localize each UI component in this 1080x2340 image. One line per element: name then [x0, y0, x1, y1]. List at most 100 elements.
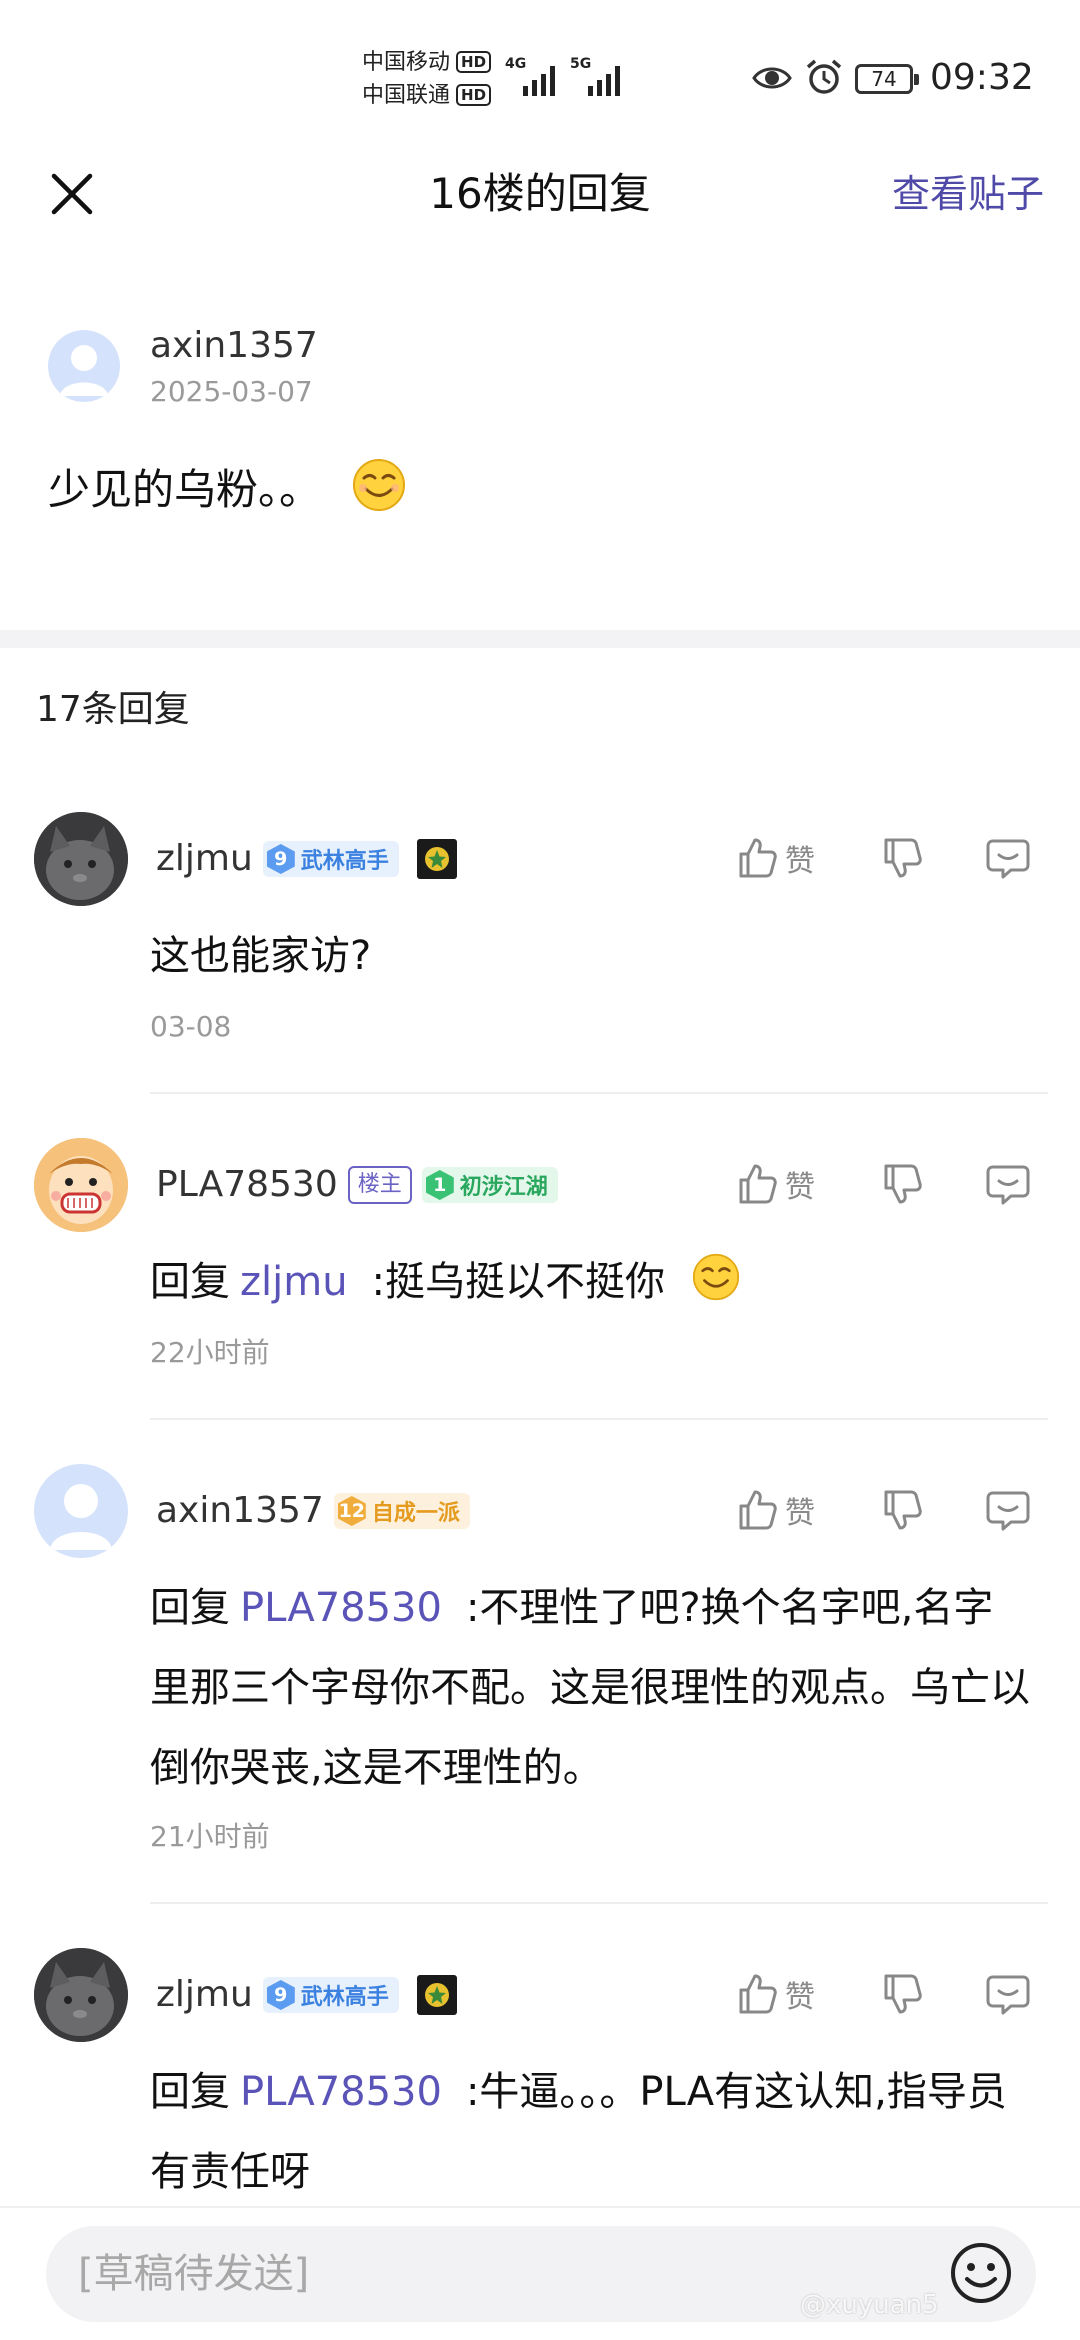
comment-actions: 赞	[735, 828, 1055, 888]
reply-prefix: 回复	[150, 2069, 230, 2115]
thumbs-down-icon	[884, 838, 922, 878]
comment-author[interactable]: PLA78530	[156, 1160, 338, 1210]
thumbs-down-icon	[884, 1974, 922, 2014]
dislike-button[interactable]	[880, 1480, 924, 1540]
cat-avatar-icon	[34, 812, 128, 906]
mention-link[interactable]: PLA78530	[240, 1585, 442, 1631]
comment-author[interactable]: zljmu	[156, 834, 253, 884]
main-post: axin1357 2025-03-07 少见的乌粉。。	[0, 238, 1080, 630]
level-number: 9	[266, 1980, 295, 2010]
comment-icon	[986, 1165, 1030, 1205]
cat-avatar-icon	[34, 1948, 128, 2042]
avatar[interactable]	[34, 1948, 128, 2042]
thumbs-up-icon	[739, 838, 777, 878]
comment-icon	[986, 1975, 1030, 2015]
comment-header: zljmu 9 武林高手	[156, 834, 457, 884]
level-rank: 初涉江湖	[459, 1175, 548, 1200]
comment-icon	[986, 839, 1030, 879]
mention-link[interactable]: PLA78530	[240, 2069, 442, 2115]
divider	[150, 1092, 1048, 1094]
close-icon	[51, 173, 93, 215]
default-avatar-icon	[60, 345, 108, 396]
comment-actions: 赞	[735, 1154, 1055, 1214]
mention-link[interactable]: zljmu	[240, 1259, 348, 1305]
level-number: 9	[266, 844, 295, 874]
thread-owner-tag: 楼主	[347, 1166, 412, 1204]
post-author[interactable]: axin1357	[150, 324, 318, 368]
alarm-icon	[806, 59, 842, 94]
reply-prefix: 回复	[150, 1259, 230, 1305]
carrier-1: 中国移动	[362, 50, 451, 75]
emoji-button-icon[interactable]	[948, 2240, 1014, 2306]
carrier-2: 中国联通	[362, 83, 451, 108]
comment-header: PLA78530 楼主 1 初涉江湖	[156, 1160, 558, 1210]
comment-text: 回复 zljmu :挺乌挺以不挺你	[150, 1242, 1030, 1322]
comment-time: 21小时前	[150, 1820, 270, 1853]
comment-text: 这也能家访?	[150, 933, 372, 979]
medal-icon	[416, 1975, 457, 2015]
thumbs-up-icon	[739, 1490, 777, 1530]
comment-author[interactable]: zljmu	[156, 1970, 253, 2020]
like-button[interactable]: 赞	[735, 1480, 815, 1540]
comment-actions: 赞	[735, 1964, 1055, 2024]
dislike-button[interactable]	[880, 1154, 924, 1214]
thumbs-down-icon	[884, 1164, 922, 1204]
smile-emoji-icon	[692, 1253, 739, 1301]
post-content: 少见的乌粉。。	[48, 458, 406, 520]
hd-badge-1: HD	[456, 51, 492, 73]
avatar[interactable]	[34, 812, 128, 906]
comment-header: zljmu 9 武林高手	[156, 1970, 457, 2020]
like-label: 赞	[785, 1980, 815, 2015]
battery-indicator: 74	[855, 64, 919, 94]
eye-icon	[752, 67, 792, 89]
like-button[interactable]: 赞	[735, 1154, 815, 1214]
divider	[150, 1902, 1048, 1904]
reply-button[interactable]	[985, 828, 1031, 888]
level-number: 1	[425, 1170, 454, 1200]
comment-content: :挺乌挺以不挺你	[371, 1259, 666, 1305]
comment-icon	[986, 1491, 1030, 1531]
dislike-button[interactable]	[880, 828, 924, 888]
comment-text: 回复 PLA78530:不理性了吧?换个名字吧,名字里那三个字母你不配。这是很理性…	[150, 1568, 1030, 1808]
comment-author[interactable]: axin1357	[156, 1486, 324, 1536]
reply-prefix: 回复	[150, 1585, 230, 1631]
like-label: 赞	[785, 844, 815, 879]
status-bar: 中国移动 HD 中国联通 HD 4G 5G 74 09:32	[0, 0, 1080, 150]
level-badge: 12 自成一派	[333, 1493, 470, 1529]
level-badge: 1 初涉江湖	[421, 1167, 558, 1203]
comment-text: 回复 PLA78530:牛逼。。。PLA有这认知,指导员有责任呀	[150, 2052, 1030, 2212]
thumbs-up-icon	[739, 1164, 777, 1204]
avatar[interactable]	[34, 1464, 128, 1558]
carrier-info: 中国移动 HD 中国联通 HD	[362, 46, 492, 112]
reply-button[interactable]	[985, 1964, 1031, 2024]
section-divider	[0, 630, 1080, 648]
like-button[interactable]: 赞	[735, 828, 815, 888]
hd-badge-2: HD	[456, 84, 492, 106]
cartoon-avatar-icon	[34, 1138, 128, 1232]
like-label: 赞	[785, 1170, 815, 1205]
like-label: 赞	[785, 1496, 815, 1531]
reply-button[interactable]	[985, 1480, 1031, 1540]
level-rank: 自成一派	[371, 1501, 460, 1526]
view-post-link[interactable]: 查看贴子	[892, 166, 1044, 222]
avatar[interactable]	[34, 1138, 128, 1232]
dislike-button[interactable]	[880, 1964, 924, 2024]
post-text: 少见的乌粉。。	[48, 465, 322, 514]
clock: 09:32	[930, 57, 1034, 98]
thumbs-down-icon	[884, 1490, 922, 1530]
default-avatar-icon	[50, 1484, 112, 1550]
comment-time: 22小时前	[150, 1336, 270, 1369]
avatar[interactable]	[48, 330, 120, 402]
thumbs-up-icon	[739, 1974, 777, 2014]
title-bar: 16楼的回复 查看贴子	[0, 150, 1080, 238]
smile-emoji-icon	[353, 459, 406, 511]
post-date: 2025-03-07	[150, 375, 313, 408]
reply-count: 17条回复	[36, 689, 190, 730]
reply-button[interactable]	[985, 1154, 1031, 1214]
close-button[interactable]	[40, 162, 104, 226]
medal-icon	[416, 839, 457, 879]
level-rank: 武林高手	[300, 1985, 389, 2010]
level-badge: 9 武林高手	[262, 841, 399, 877]
like-button[interactable]: 赞	[735, 1964, 815, 2024]
level-rank: 武林高手	[300, 849, 389, 874]
